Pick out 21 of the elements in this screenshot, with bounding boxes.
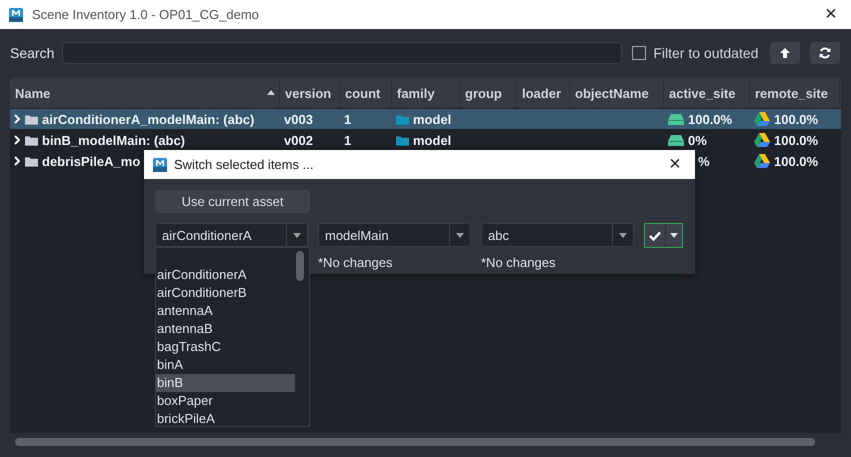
table-cell: 1 [344, 112, 352, 126]
filter-label: Filter to outdated [653, 44, 758, 60]
table-cell: 100.0% [688, 112, 732, 126]
table-cell: 100.0% [774, 132, 818, 148]
table-cell: v002 [284, 132, 313, 148]
table-cell: 1 [344, 132, 352, 148]
dialog-title: Switch selected items ... [174, 157, 314, 172]
table-cell: % [698, 154, 710, 168]
table-cell: airConditionerA_modelMain: (abc) [42, 112, 254, 126]
table-cell: v003 [284, 112, 313, 126]
window-title: Scene Inventory 1.0 - OP01_CG_demo [32, 7, 259, 22]
table-cell: debrisPileA_mo [42, 154, 140, 168]
search-label: Search [10, 44, 54, 60]
table-cell: 100.0% [774, 112, 818, 126]
table-cell: 0% [688, 132, 707, 148]
table-cell: 100.0% [774, 154, 818, 168]
table-cell: model [413, 132, 452, 148]
table-cell: binB_modelMain: (abc) [42, 132, 186, 148]
table-cell: model [413, 112, 452, 126]
no-changes-note: *No changes [318, 255, 394, 270]
no-changes-note: *No changes [481, 255, 556, 270]
